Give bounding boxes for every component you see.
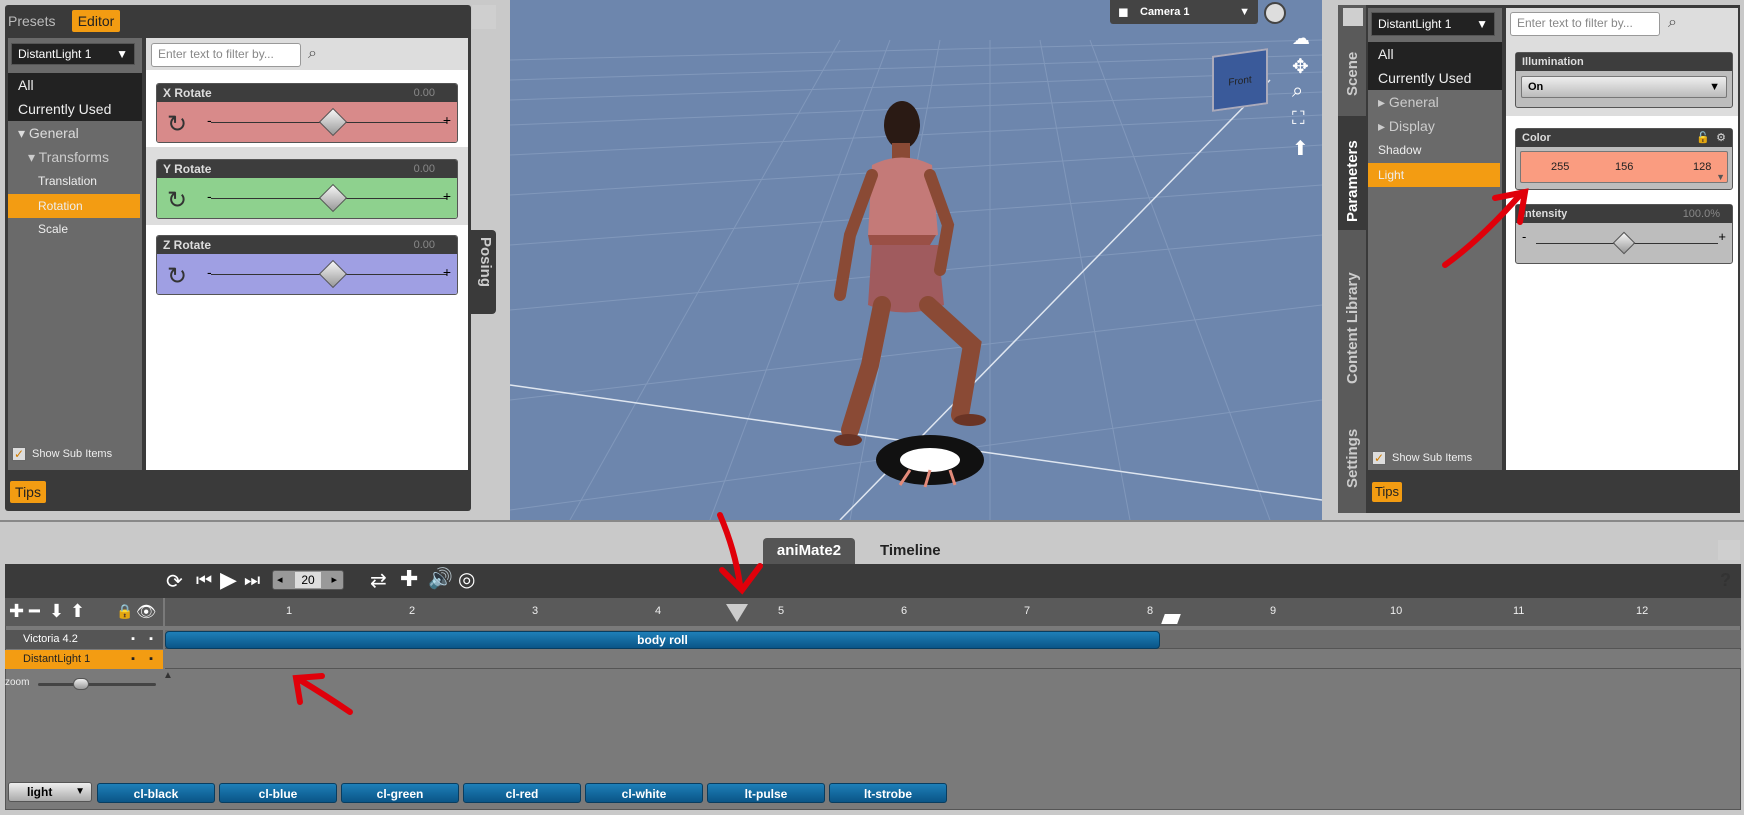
annotation-arrows bbox=[292, 188, 1529, 715]
